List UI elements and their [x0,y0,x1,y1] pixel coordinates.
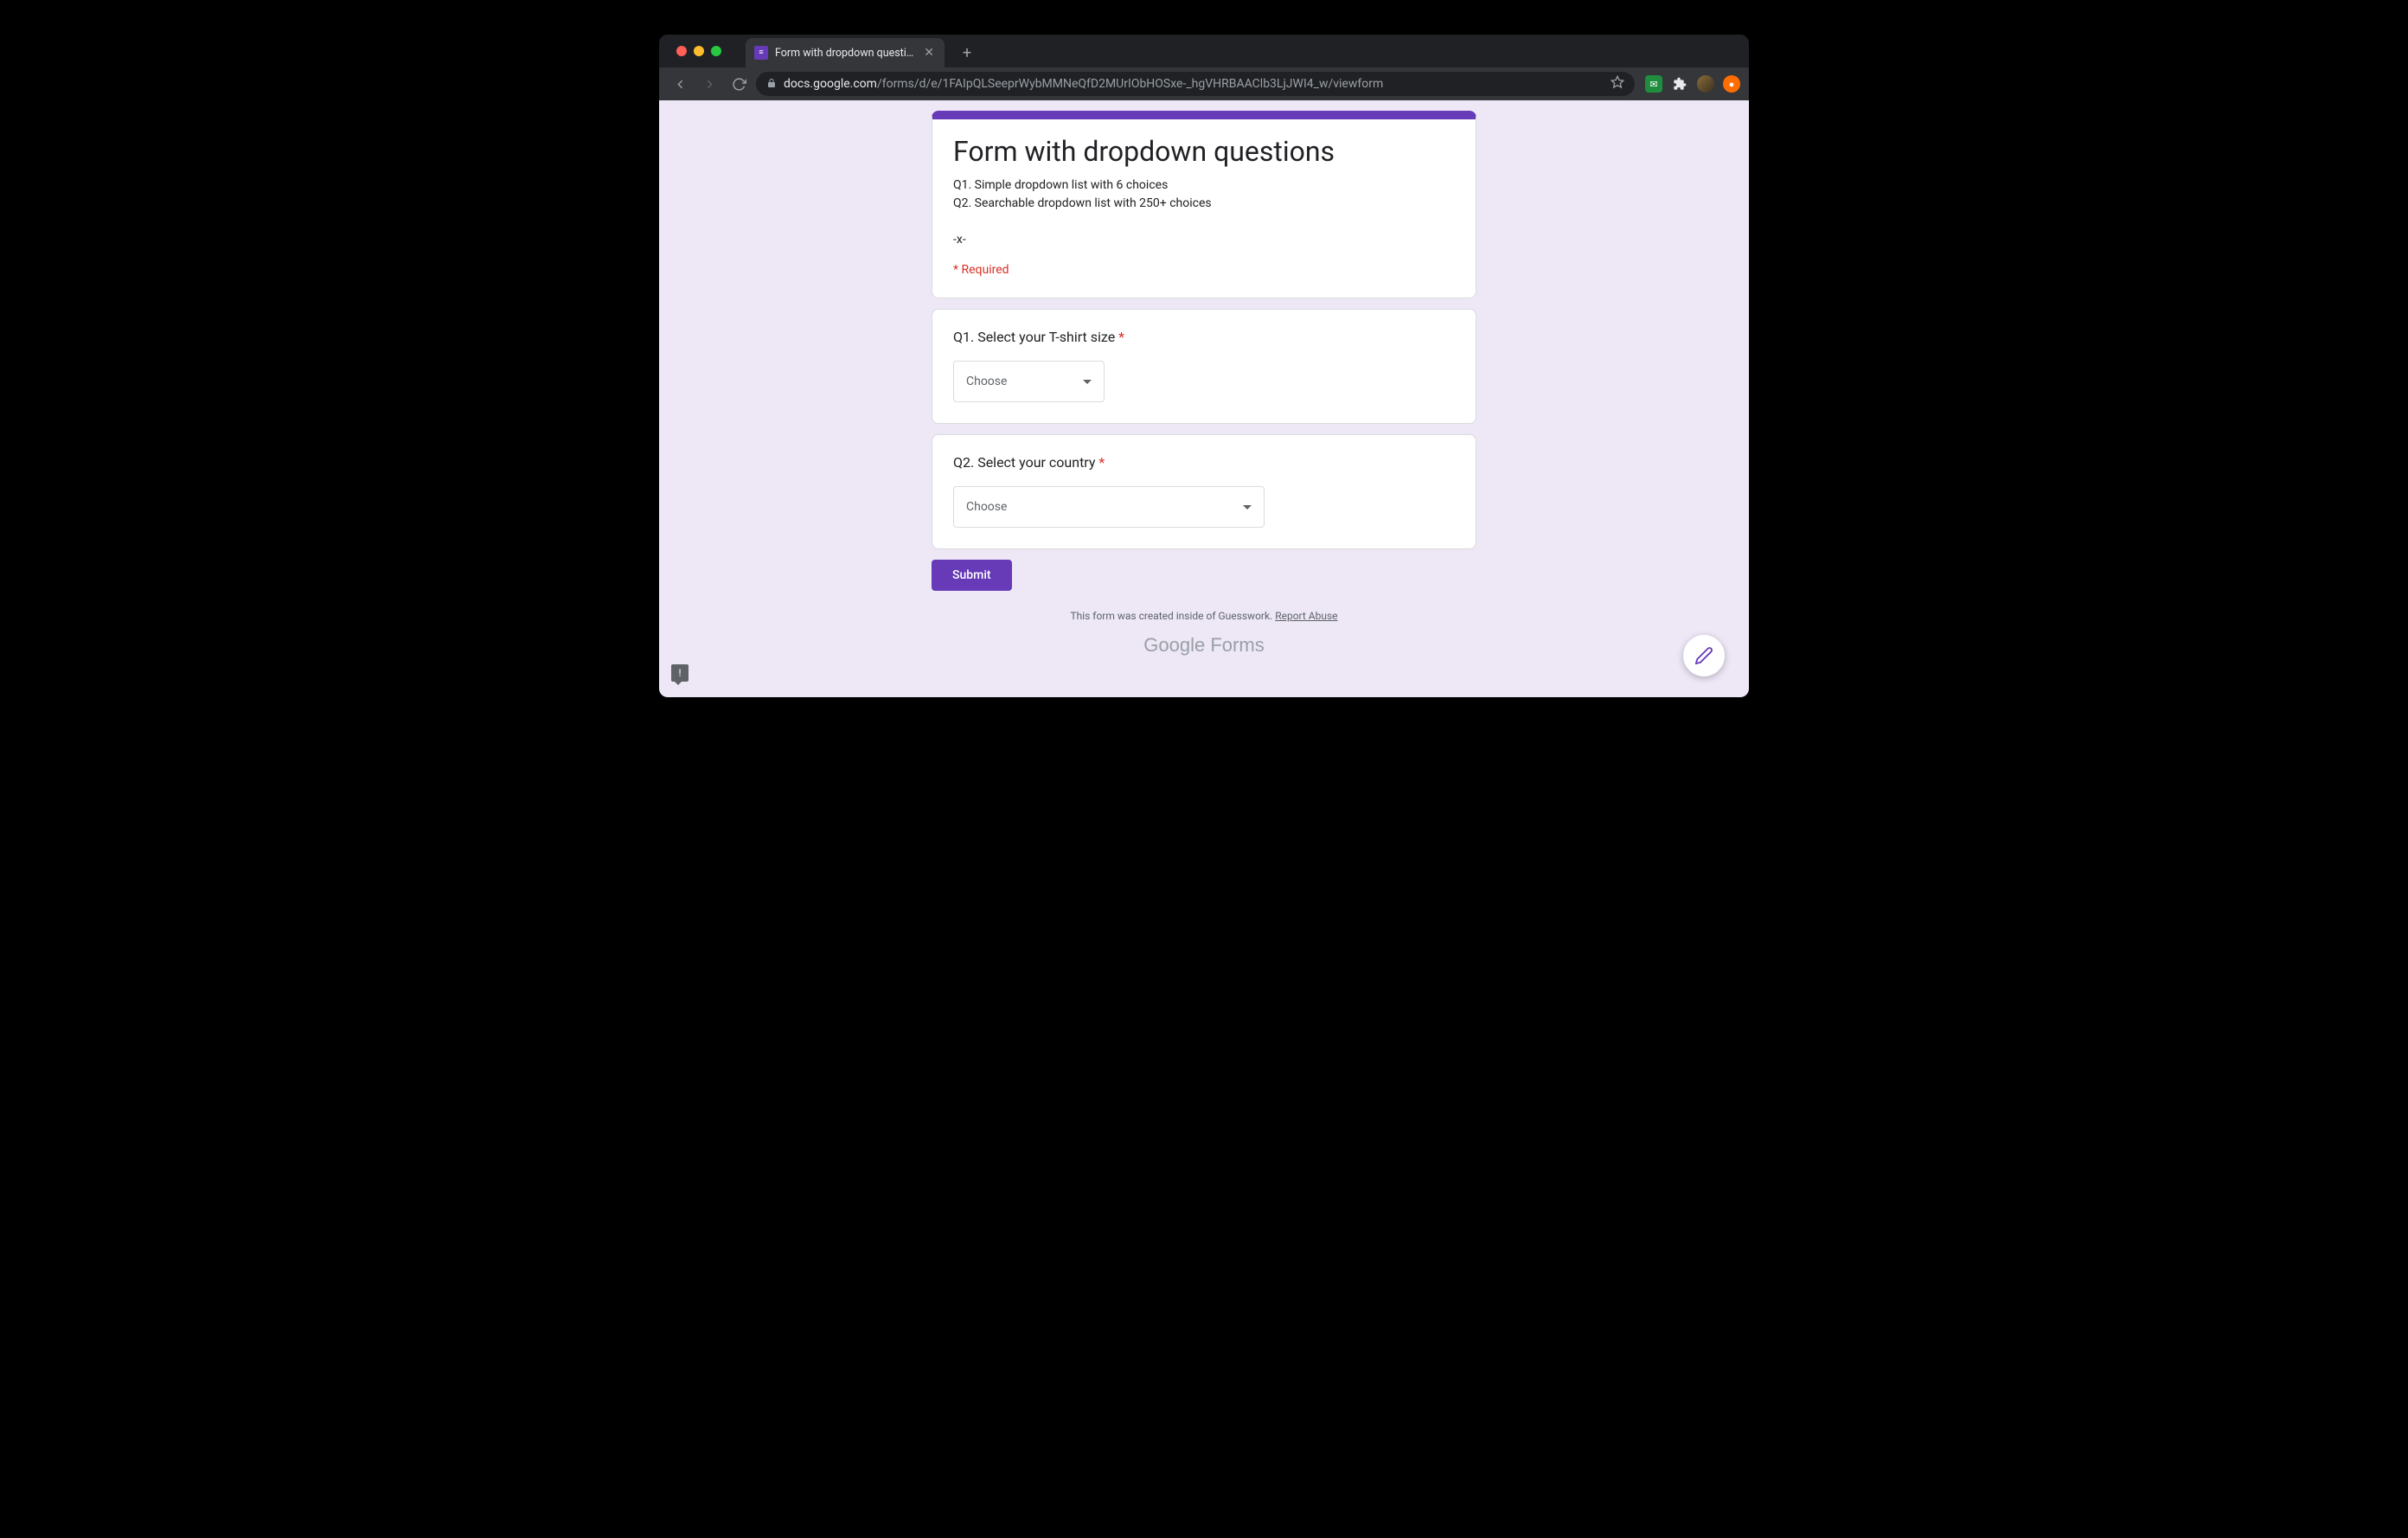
browser-window: ≡ Form with dropdown questions ✕ + docs.… [659,35,1749,697]
caret-down-icon [1243,505,1252,509]
reload-button[interactable] [727,72,751,96]
lock-icon [766,78,777,91]
close-window-button[interactable] [676,46,687,56]
form-description: Q1. Simple dropdown list with 6 choices … [953,176,1455,249]
submit-button[interactable]: Submit [932,560,1012,591]
page-viewport: Form with dropdown questions Q1. Simple … [659,100,1749,697]
forms-favicon-icon: ≡ [754,46,768,60]
forms-logo-text: Forms [1205,634,1264,656]
question-1-label: Q1. Select your T-shirt size * [953,329,1455,345]
tshirt-size-dropdown[interactable]: Choose [953,361,1105,402]
window-controls [668,35,730,67]
extension-badge-icon[interactable]: ● [1723,75,1740,93]
form-header-card: Form with dropdown questions Q1. Simple … [932,111,1476,298]
question-2-text: Q2. Select your country [953,454,1095,471]
required-asterisk: * [1118,329,1124,345]
forward-button[interactable] [697,72,721,96]
form-title: Form with dropdown questions [953,135,1455,168]
mail-extension-icon[interactable]: ✉ [1645,75,1662,93]
dropdown-1-value: Choose [966,375,1007,388]
url-text: docs.google.com/forms/d/e/1FAIpQLSeeprWy… [784,77,1383,91]
address-bar[interactable]: docs.google.com/forms/d/e/1FAIpQLSeeprWy… [756,72,1635,96]
question-card-2: Q2. Select your country * Choose [932,434,1476,549]
question-card-1: Q1. Select your T-shirt size * Choose [932,309,1476,424]
maximize-window-button[interactable] [711,46,721,56]
url-path: /forms/d/e/1FAIpQLSeeprWybMMNeQfD2MUrIOb… [877,77,1383,91]
question-2-label: Q2. Select your country * [953,454,1455,471]
bookmark-star-icon[interactable] [1611,75,1624,93]
dropdown-2-value: Choose [966,500,1007,514]
pencil-icon [1694,646,1713,665]
edit-form-fab[interactable] [1683,635,1725,676]
profile-avatar-icon[interactable] [1697,75,1714,93]
caret-down-icon [1083,380,1092,384]
browser-tab[interactable]: ≡ Form with dropdown questions ✕ [746,38,945,67]
form-container: Form with dropdown questions Q1. Simple … [932,111,1476,657]
minimize-window-button[interactable] [694,46,704,56]
close-tab-button[interactable]: ✕ [922,46,936,60]
disclaimer-text: This form was created inside of Guesswor… [1070,610,1275,622]
google-forms-logo[interactable]: Google Forms [932,634,1476,657]
tab-strip: ≡ Form with dropdown questions ✕ + [659,35,1749,67]
browser-toolbar: docs.google.com/forms/d/e/1FAIpQLSeeprWy… [659,67,1749,100]
url-host: docs.google.com [784,77,877,91]
report-abuse-link[interactable]: Report Abuse [1275,610,1337,622]
feedback-button[interactable]: ! [671,664,688,682]
new-tab-button[interactable]: + [955,41,979,65]
country-dropdown[interactable]: Choose [953,486,1265,528]
google-logo-text: Google [1143,634,1205,656]
required-legend: * Required [953,263,1455,277]
required-asterisk: * [1098,454,1105,471]
question-1-text: Q1. Select your T-shirt size [953,329,1115,345]
footer-disclaimer: This form was created inside of Guesswor… [932,610,1476,622]
tab-title: Form with dropdown questions [775,47,915,60]
extensions-icon[interactable] [1671,75,1688,93]
extension-icons: ✉ ● [1640,75,1740,93]
back-button[interactable] [668,72,692,96]
